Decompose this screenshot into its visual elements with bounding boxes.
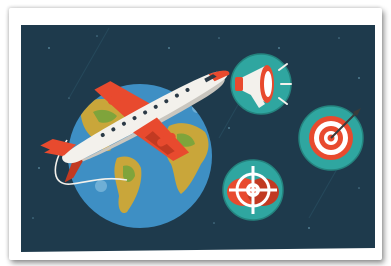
target-icon [298,105,364,171]
illustration-card [9,8,382,260]
image-frame [0,0,391,266]
illustration [21,25,375,252]
megaphone-icon [230,53,292,115]
crosshair-target-icon [222,159,284,221]
